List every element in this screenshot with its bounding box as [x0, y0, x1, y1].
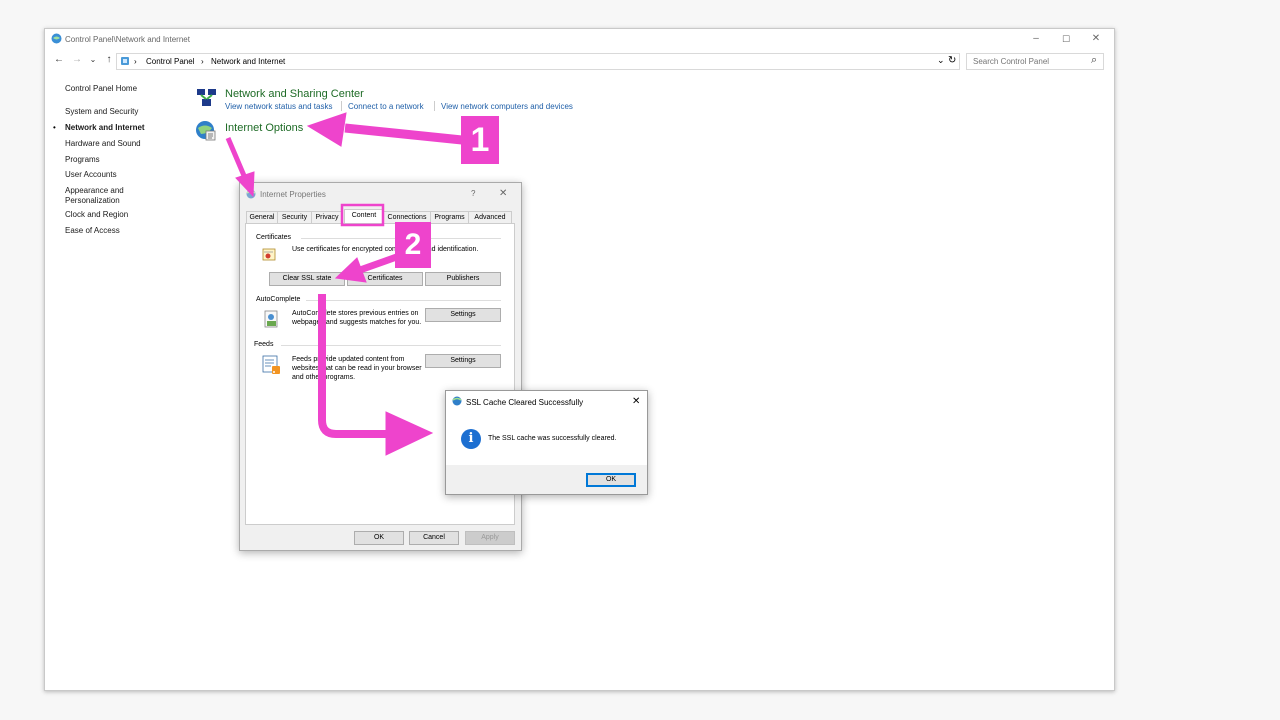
internet-options-icon	[452, 396, 462, 406]
message-box-close-button[interactable]: ✕	[632, 396, 640, 407]
connect-to-network-link[interactable]: Connect to a network	[348, 102, 424, 111]
breadcrumb-control-panel[interactable]: Control Panel	[146, 57, 194, 66]
network-and-sharing-center-title[interactable]: Network and Sharing Center	[225, 88, 364, 100]
dialog-close-button[interactable]: ✕	[499, 188, 507, 199]
internet-options-icon	[246, 189, 256, 199]
apply-button[interactable]: Apply	[465, 531, 515, 545]
refresh-button[interactable]: ↻	[948, 55, 956, 66]
sidebar-item-control-panel-home[interactable]: Control Panel Home	[65, 84, 137, 94]
title-bar: Control Panel\Network and Internet – ☐ ✕	[45, 29, 1114, 49]
breadcrumb-network-and-internet[interactable]: Network and Internet	[211, 57, 285, 66]
sidebar-item-hardware-and-sound[interactable]: Hardware and Sound	[65, 139, 141, 149]
forward-button[interactable]: →	[71, 54, 83, 66]
control-panel-window: Control Panel\Network and Internet – ☐ ✕…	[44, 28, 1115, 691]
message-box-title: SSL Cache Cleared Successfully	[466, 398, 584, 407]
publishers-button[interactable]: Publishers	[425, 272, 501, 286]
sidebar-item-appearance-and-personalization[interactable]: Appearance and Personalization	[65, 186, 145, 206]
step-1-badge: 1	[461, 116, 499, 164]
breadcrumb-separator: ›	[134, 57, 137, 66]
dialog-title: Internet Properties	[260, 190, 326, 199]
certificate-icon	[262, 248, 276, 261]
feeds-heading: Feeds	[254, 341, 274, 348]
search-icon: ⌕	[1091, 54, 1098, 66]
sidebar-item-system-and-security[interactable]: System and Security	[65, 107, 138, 117]
autocomplete-description: AutoComplete stores previous entries on …	[292, 310, 422, 326]
control-panel-icon	[121, 57, 129, 65]
info-icon: i	[461, 429, 481, 449]
internet-properties-dialog: Internet Properties ? ✕ General Security…	[239, 182, 522, 551]
group-divider	[281, 345, 501, 346]
minimize-button[interactable]: –	[1021, 31, 1051, 47]
ok-button[interactable]: OK	[354, 531, 404, 545]
sidebar-item-ease-of-access[interactable]: Ease of Access	[65, 226, 120, 236]
view-network-computers-link[interactable]: View network computers and devices	[441, 102, 573, 111]
internet-options-title[interactable]: Internet Options	[225, 122, 303, 134]
recent-locations-button[interactable]: ⌄	[87, 54, 99, 66]
breadcrumb-separator: ›	[201, 57, 204, 66]
sidebar-item-network-and-internet[interactable]: Network and Internet	[65, 123, 145, 133]
autocomplete-icon	[264, 310, 278, 328]
feeds-icon	[262, 355, 280, 374]
close-button[interactable]: ✕	[1081, 31, 1111, 47]
certificates-button[interactable]: Certificates	[347, 272, 423, 286]
ssl-cleared-message-box: SSL Cache Cleared Successfully ✕ i The S…	[445, 390, 648, 495]
cancel-button[interactable]: Cancel	[409, 531, 459, 545]
view-network-status-link[interactable]: View network status and tasks	[225, 102, 332, 111]
message-box-ok-button[interactable]: OK	[586, 473, 636, 487]
address-bar[interactable]: › Control Panel › Network and Internet ⌄…	[116, 53, 960, 70]
feeds-settings-button[interactable]: Settings	[425, 354, 501, 368]
group-divider	[306, 300, 501, 301]
network-sharing-icon	[197, 89, 216, 106]
search-box[interactable]: ⌕	[966, 53, 1104, 70]
up-button[interactable]: ↑	[103, 54, 115, 66]
link-separator	[341, 101, 342, 111]
clear-ssl-state-button[interactable]: Clear SSL state	[269, 272, 345, 286]
autocomplete-heading: AutoComplete	[256, 296, 301, 303]
internet-options-icon	[196, 121, 216, 141]
address-bar-row: ← → ⌄ ↑ › Control Panel › Network and In…	[45, 51, 1114, 71]
sidebar-item-user-accounts[interactable]: User Accounts	[65, 170, 117, 180]
sidebar-item-programs[interactable]: Programs	[65, 155, 100, 165]
message-box-text: The SSL cache was successfully cleared.	[488, 435, 617, 442]
autocomplete-settings-button[interactable]: Settings	[425, 308, 501, 322]
step-2-badge: 2	[395, 222, 431, 268]
active-bullet: •	[53, 123, 56, 132]
certificates-heading: Certificates	[256, 234, 292, 241]
window-title: Control Panel\Network and Internet	[65, 35, 190, 44]
address-dropdown-button[interactable]: ⌄	[937, 55, 945, 66]
back-button[interactable]: ←	[53, 54, 65, 66]
message-box-footer: OK	[446, 465, 647, 494]
control-panel-icon	[51, 33, 62, 44]
link-separator	[434, 101, 435, 111]
sidebar-item-clock-and-region[interactable]: Clock and Region	[65, 210, 128, 220]
maximize-button[interactable]: ☐	[1051, 31, 1081, 47]
help-button[interactable]: ?	[471, 189, 475, 198]
search-input[interactable]	[971, 56, 1085, 67]
feeds-description: Feeds provide updated content from websi…	[292, 356, 422, 381]
